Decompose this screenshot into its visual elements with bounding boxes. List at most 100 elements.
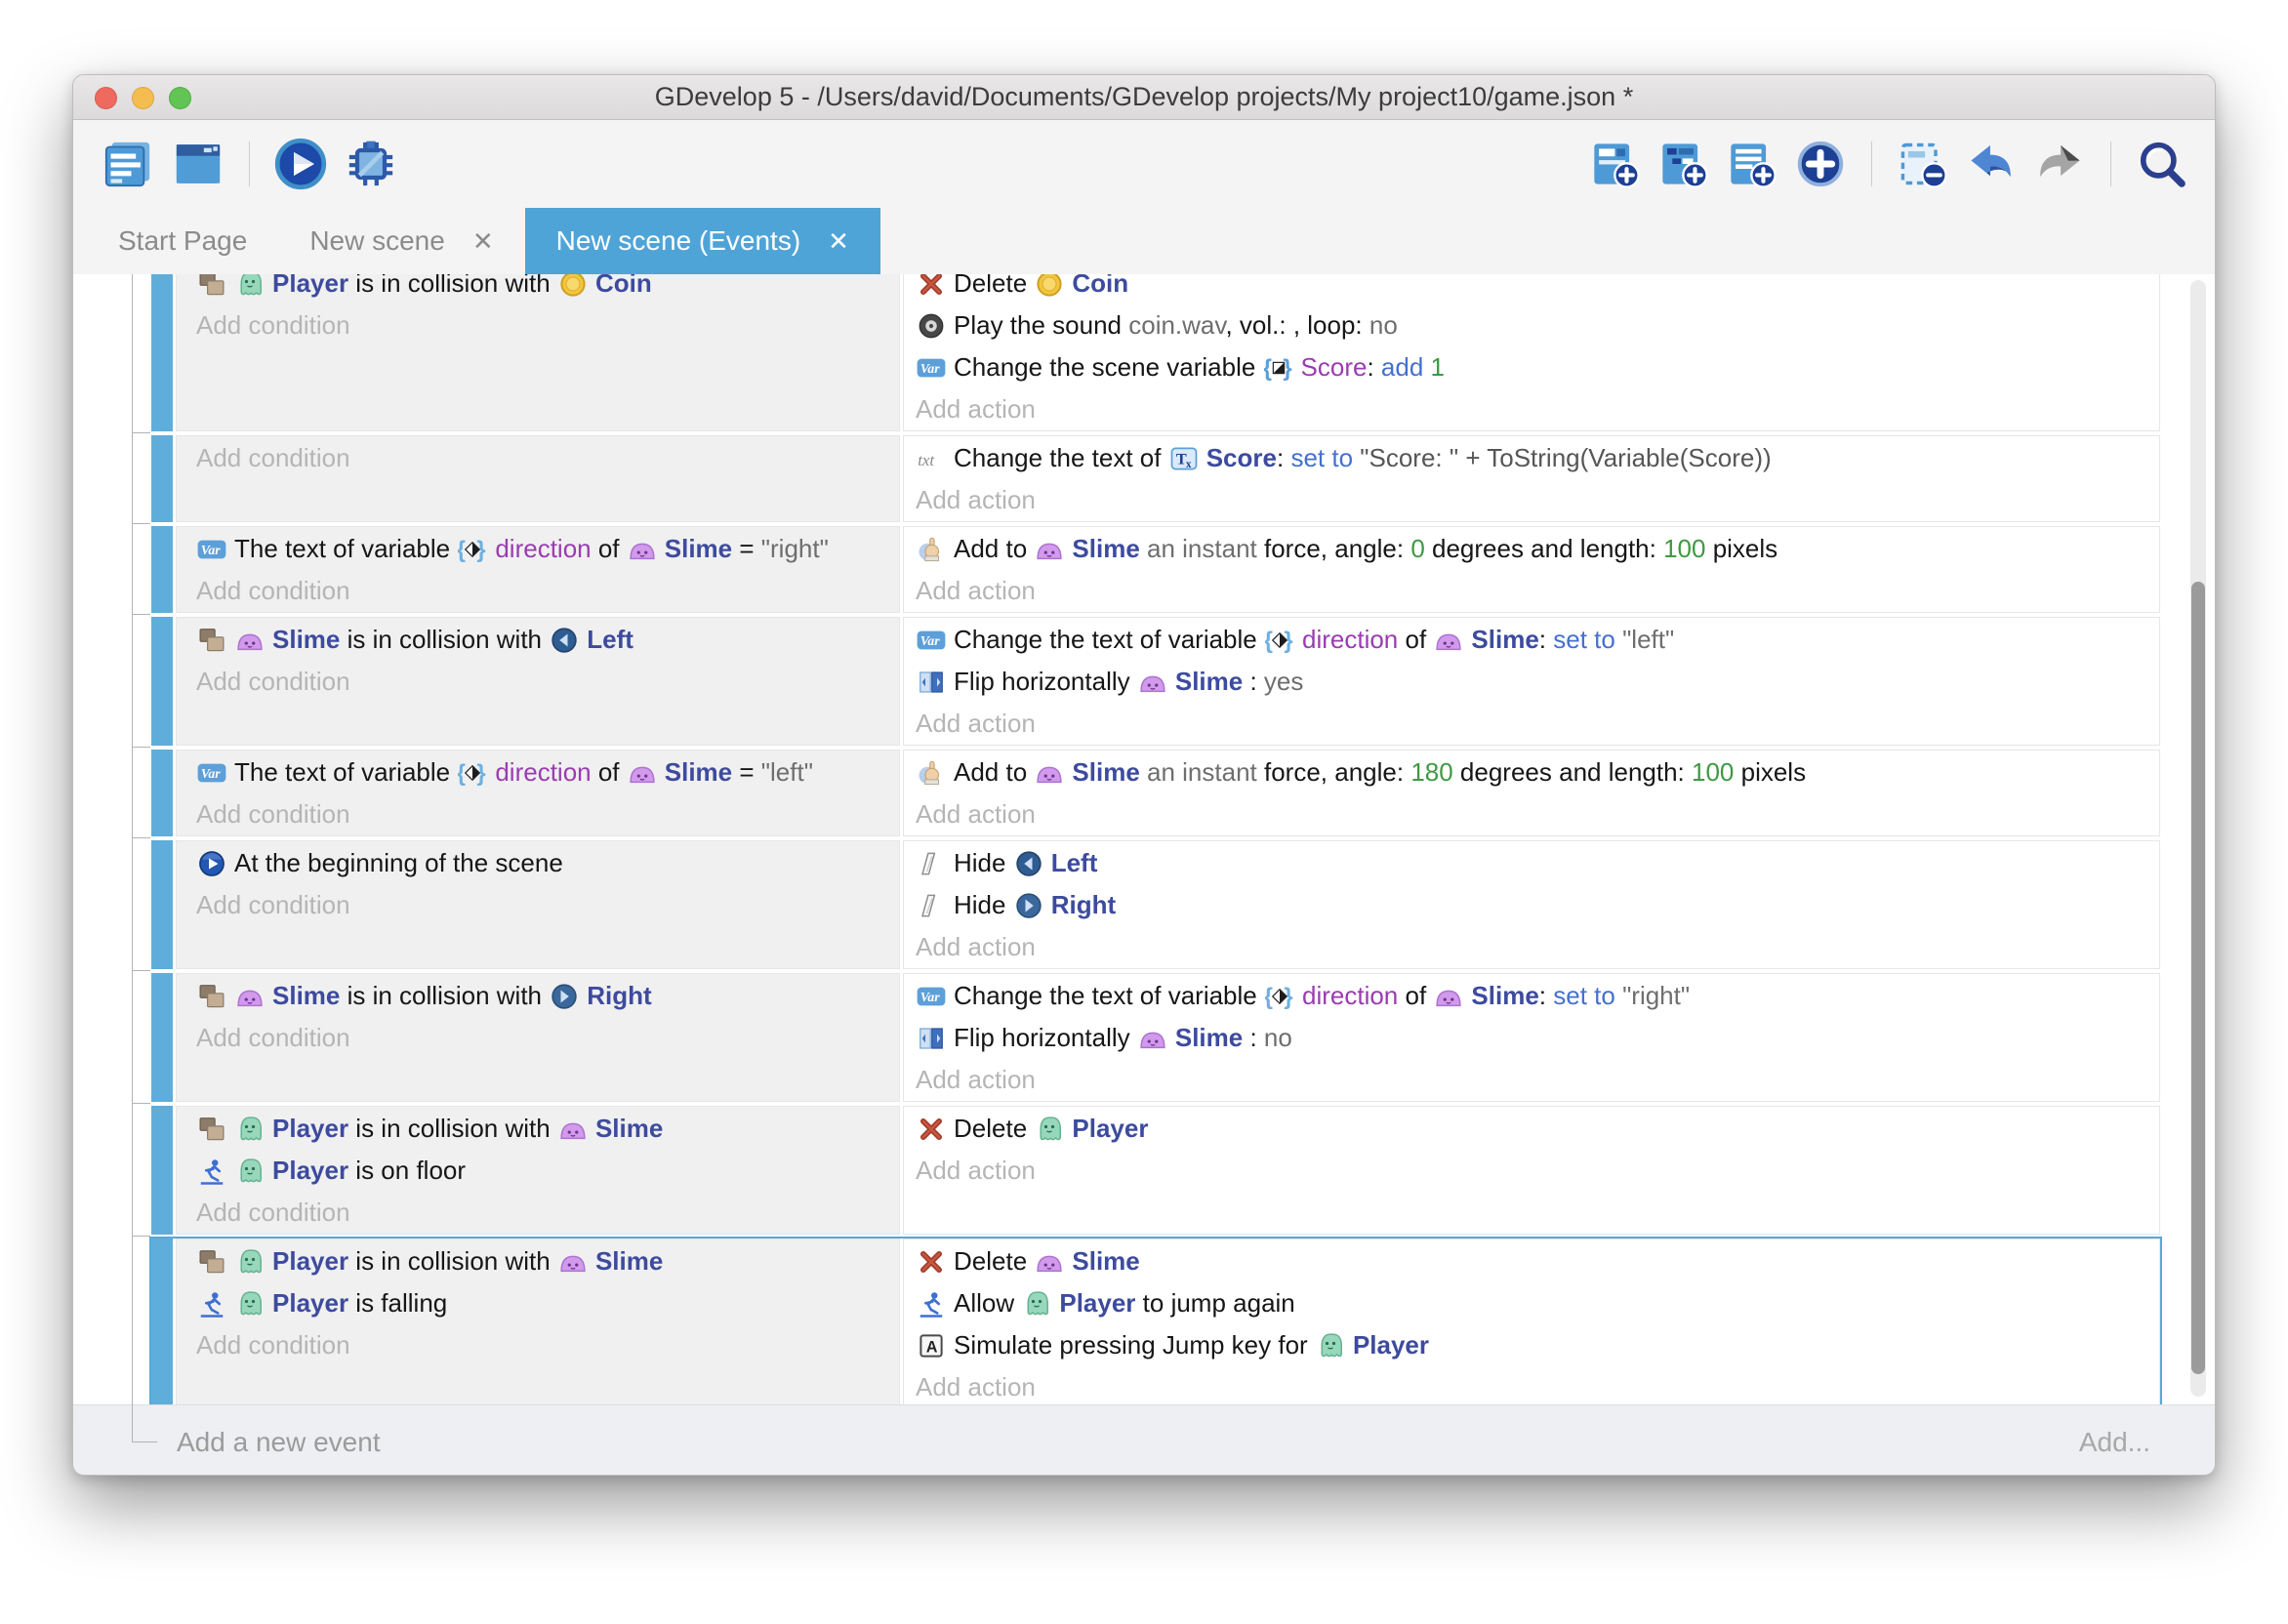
add-action-button[interactable]: Add action — [916, 1062, 2159, 1097]
add-action-button[interactable]: Add action — [916, 1153, 2159, 1188]
add-action-button[interactable]: Add action — [916, 706, 2159, 741]
actions-panel[interactable]: Add to Slime an instant force, angle: 0 … — [903, 526, 2160, 613]
add-action-button[interactable]: Add action — [916, 1369, 2159, 1404]
action-line[interactable]: Add to Slime an instant force, angle: 18… — [916, 754, 2159, 796]
actions-panel[interactable]: Delete SlimeAllow Player to jump againAS… — [903, 1238, 2160, 1404]
condition-line[interactable]: Player is in collision with Slime — [196, 1243, 899, 1285]
add-action-button[interactable]: Add action — [916, 391, 2159, 426]
debug-icon[interactable] — [344, 137, 398, 191]
conditions-panel[interactable]: Player is in collision with CoinAdd cond… — [176, 274, 900, 431]
remove-event-icon[interactable] — [1898, 139, 1948, 189]
tab-start-page[interactable]: Start Page — [87, 208, 278, 274]
condition-line[interactable]: Slime is in collision with Left — [196, 622, 899, 664]
add-condition-button[interactable]: Add condition — [196, 664, 899, 699]
project-manager-icon[interactable] — [101, 137, 155, 191]
action-line[interactable]: VarChange the text of variable {}directi… — [916, 978, 2159, 1020]
event-row[interactable]: Add condition txtChange the text of TxSco… — [151, 435, 2160, 522]
condition-line[interactable]: Slime is in collision with Right — [196, 978, 899, 1020]
add-button[interactable]: Add... — [2079, 1427, 2150, 1458]
add-condition-button[interactable]: Add condition — [196, 1195, 899, 1230]
action-line[interactable]: Hide Right — [916, 887, 2159, 929]
condition-line[interactable]: At the beginning of the scene — [196, 845, 899, 887]
conditions-panel[interactable]: Player is in collision with SlimePlayer … — [176, 1238, 900, 1404]
event-left-bar[interactable] — [151, 840, 173, 969]
add-sub-event-icon[interactable] — [1658, 139, 1709, 189]
action-line[interactable]: Delete Slime — [916, 1243, 2159, 1285]
actions-panel[interactable]: VarChange the text of variable {}directi… — [903, 973, 2160, 1102]
condition-line[interactable]: VarThe text of variable {}direction of S… — [196, 754, 899, 796]
event-row[interactable]: At the beginning of the sceneAdd conditi… — [151, 840, 2160, 969]
condition-line[interactable]: VarThe text of variable {}direction of S… — [196, 531, 899, 573]
condition-line[interactable]: Player is in collision with Slime — [196, 1111, 899, 1153]
event-left-bar[interactable] — [151, 750, 173, 836]
add-condition-button[interactable]: Add condition — [196, 573, 899, 608]
conditions-panel[interactable]: Slime is in collision with LeftAdd condi… — [176, 617, 900, 746]
add-condition-button[interactable]: Add condition — [196, 887, 899, 922]
actions-panel[interactable]: Delete CoinPlay the sound coin.wav, vol.… — [903, 274, 2160, 431]
actions-panel[interactable]: txtChange the text of TxScore: set to "S… — [903, 435, 2160, 522]
scene-editor-icon[interactable] — [171, 137, 225, 191]
action-line[interactable]: Hide Left — [916, 845, 2159, 887]
actions-panel[interactable]: VarChange the text of variable {}directi… — [903, 617, 2160, 746]
action-line[interactable]: VarChange the text of variable {}directi… — [916, 622, 2159, 664]
close-tab-icon[interactable]: ✕ — [828, 226, 849, 257]
conditions-panel[interactable]: Slime is in collision with RightAdd cond… — [176, 973, 900, 1102]
add-action-button[interactable]: Add action — [916, 796, 2159, 832]
action-line[interactable]: Delete Player — [916, 1111, 2159, 1153]
redo-icon[interactable] — [2034, 139, 2085, 189]
add-condition-button[interactable]: Add condition — [196, 1327, 899, 1362]
add-condition-button[interactable]: Add condition — [196, 796, 899, 832]
add-action-button[interactable]: Add action — [916, 573, 2159, 608]
event-row[interactable]: VarThe text of variable {}direction of S… — [151, 526, 2160, 613]
scrollbar[interactable] — [2190, 280, 2206, 1397]
add-new-event-button[interactable]: Add a new event — [177, 1427, 381, 1458]
condition-line[interactable]: Player is in collision with Coin — [196, 274, 899, 307]
play-icon[interactable] — [273, 137, 328, 191]
action-line[interactable]: VarChange the scene variable {}Score: ad… — [916, 349, 2159, 391]
add-circle-icon[interactable] — [1795, 139, 1846, 189]
event-row[interactable]: Player is in collision with CoinAdd cond… — [151, 274, 2160, 431]
actions-panel[interactable]: Add to Slime an instant force, angle: 18… — [903, 750, 2160, 836]
conditions-panel[interactable]: VarThe text of variable {}direction of S… — [176, 526, 900, 613]
scrollbar-thumb[interactable] — [2191, 582, 2205, 1374]
action-line[interactable]: Play the sound coin.wav, vol.: , loop: n… — [916, 307, 2159, 349]
close-tab-icon[interactable]: ✕ — [472, 226, 494, 257]
add-action-button[interactable]: Add action — [916, 482, 2159, 517]
action-line[interactable]: Allow Player to jump again — [916, 1285, 2159, 1327]
conditions-panel[interactable]: At the beginning of the sceneAdd conditi… — [176, 840, 900, 969]
add-event-icon[interactable] — [1590, 139, 1641, 189]
conditions-panel[interactable]: Add condition — [176, 435, 900, 522]
add-condition-button[interactable]: Add condition — [196, 440, 899, 475]
event-left-bar[interactable] — [151, 617, 173, 746]
event-left-bar[interactable] — [151, 435, 173, 522]
event-row[interactable]: VarThe text of variable {}direction of S… — [151, 750, 2160, 836]
condition-line[interactable]: Player is on floor — [196, 1153, 899, 1195]
event-left-bar[interactable] — [151, 1106, 173, 1235]
add-comment-icon[interactable] — [1727, 139, 1777, 189]
action-line[interactable]: Add to Slime an instant force, angle: 0 … — [916, 531, 2159, 573]
actions-panel[interactable]: Hide LeftHide RightAdd action — [903, 840, 2160, 969]
event-left-bar[interactable] — [151, 274, 173, 431]
action-line[interactable]: Delete Coin — [916, 274, 2159, 307]
conditions-panel[interactable]: VarThe text of variable {}direction of S… — [176, 750, 900, 836]
close-window-button[interactable] — [95, 87, 117, 109]
undo-icon[interactable] — [1966, 139, 2017, 189]
add-condition-button[interactable]: Add condition — [196, 1020, 899, 1055]
event-row[interactable]: Slime is in collision with RightAdd cond… — [151, 973, 2160, 1102]
action-line[interactable]: Flip horizontally Slime : yes — [916, 664, 2159, 706]
action-line[interactable]: txtChange the text of TxScore: set to "S… — [916, 440, 2159, 482]
search-icon[interactable] — [2137, 139, 2187, 189]
tab-new-scene-events[interactable]: New scene (Events)✕ — [525, 208, 880, 274]
event-left-bar[interactable] — [151, 526, 173, 613]
add-condition-button[interactable]: Add condition — [196, 307, 899, 343]
event-row[interactable]: Player is in collision with SlimePlayer … — [151, 1238, 2160, 1404]
event-left-bar[interactable] — [151, 1238, 173, 1404]
condition-line[interactable]: Player is falling — [196, 1285, 899, 1327]
tab-new-scene[interactable]: New scene✕ — [278, 208, 524, 274]
event-row[interactable]: Slime is in collision with LeftAdd condi… — [151, 617, 2160, 746]
minimize-window-button[interactable] — [132, 87, 154, 109]
conditions-panel[interactable]: Player is in collision with SlimePlayer … — [176, 1106, 900, 1235]
event-left-bar[interactable] — [151, 973, 173, 1102]
add-action-button[interactable]: Add action — [916, 929, 2159, 964]
action-line[interactable]: Flip horizontally Slime : no — [916, 1020, 2159, 1062]
